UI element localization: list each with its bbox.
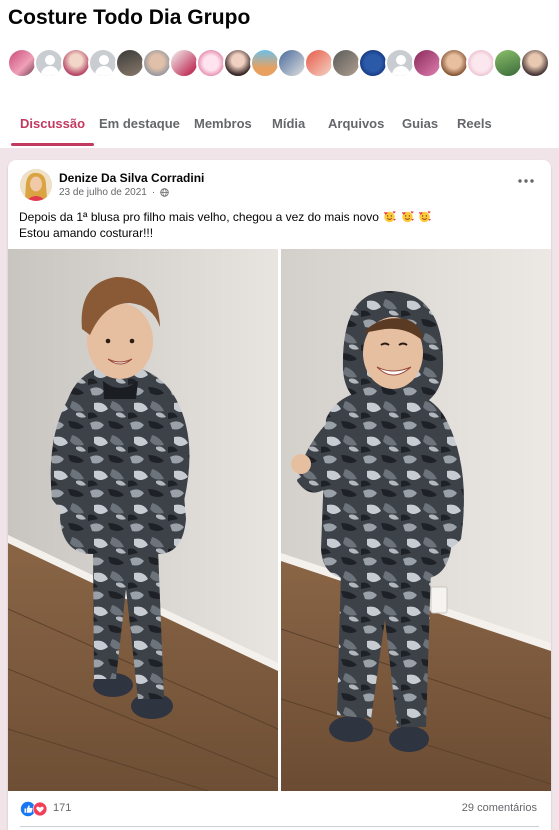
member-avatar[interactable]	[277, 48, 307, 78]
post-text-line2: Estou amando costurar!!!	[19, 226, 154, 240]
post-stats: 171 29 comentários	[8, 798, 551, 820]
tab-reels[interactable]: Reels	[457, 104, 492, 148]
member-avatar[interactable]	[412, 48, 442, 78]
tab-membros[interactable]: Membros	[194, 104, 252, 148]
member-avatar[interactable]	[493, 48, 523, 78]
love-icon	[32, 801, 48, 817]
reaction-count[interactable]: 171	[53, 802, 71, 814]
group-tabs: Discussão Em destaque Membros Mídia Arqu…	[0, 104, 559, 148]
post-divider	[20, 826, 539, 827]
post-date[interactable]: 23 de julho de 2021	[59, 187, 147, 198]
member-avatar[interactable]	[250, 48, 280, 78]
member-avatar[interactable]	[142, 48, 172, 78]
tab-arquivos[interactable]: Arquivos	[328, 104, 384, 148]
post-photos	[8, 249, 551, 791]
member-avatar[interactable]	[196, 48, 226, 78]
post-text-line: Depois da 1ª blusa pro filho mais velho,…	[19, 209, 431, 225]
comment-count[interactable]: 29 comentários	[462, 802, 537, 814]
author-avatar[interactable]	[20, 169, 52, 201]
post-photo-1[interactable]	[8, 249, 278, 791]
member-avatar[interactable]	[358, 48, 388, 78]
member-avatar[interactable]	[304, 48, 334, 78]
member-avatar-default[interactable]	[88, 48, 118, 78]
meta-separator: ·	[151, 187, 156, 198]
member-avatar[interactable]	[439, 48, 469, 78]
member-avatar[interactable]	[61, 48, 91, 78]
member-avatar[interactable]	[115, 48, 145, 78]
smiling-face-with-hearts-emoji	[401, 211, 414, 223]
member-avatar[interactable]	[7, 48, 37, 78]
post-author[interactable]: Denize Da Silva Corradini	[59, 171, 204, 185]
member-avatar-default[interactable]	[385, 48, 415, 78]
tab-guias[interactable]: Guias	[402, 104, 438, 148]
group-header: Costure Todo Dia Grupo Discussão Em dest…	[0, 0, 559, 148]
post-photo-2[interactable]	[281, 249, 551, 791]
globe-icon	[160, 188, 169, 197]
member-avatar[interactable]	[169, 48, 199, 78]
post-meta: 23 de julho de 2021 ·	[59, 187, 169, 198]
post-text: Depois da 1ª blusa pro filho mais velho,…	[19, 209, 431, 241]
group-title[interactable]: Costure Todo Dia Grupo	[8, 6, 250, 30]
tab-midia[interactable]: Mídia	[272, 104, 305, 148]
smiling-face-with-hearts-emoji	[384, 211, 397, 223]
member-avatar[interactable]	[520, 48, 550, 78]
reactions-icons[interactable]	[20, 801, 50, 817]
post-card: Denize Da Silva Corradini 23 de julho de…	[8, 160, 551, 830]
smiling-face-with-hearts-emoji	[418, 211, 431, 223]
member-avatar[interactable]	[331, 48, 361, 78]
member-avatar[interactable]	[466, 48, 496, 78]
post-text-line1: Depois da 1ª blusa pro filho mais velho,…	[19, 210, 379, 224]
more-options-icon[interactable]	[515, 174, 537, 188]
member-avatars[interactable]	[7, 48, 550, 78]
tab-em-destaque[interactable]: Em destaque	[99, 104, 180, 148]
member-avatar-default[interactable]	[34, 48, 64, 78]
tab-discussao[interactable]: Discussão	[10, 104, 95, 148]
member-avatar[interactable]	[223, 48, 253, 78]
